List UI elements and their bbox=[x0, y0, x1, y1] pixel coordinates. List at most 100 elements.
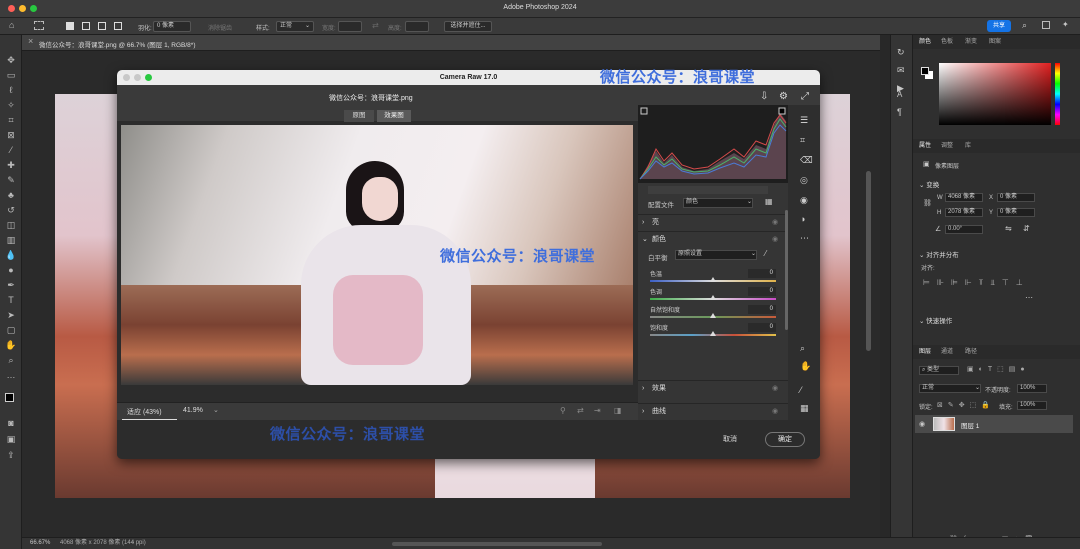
marquee-tool-icon[interactable]: ▭ bbox=[4, 69, 18, 81]
blur-tool-icon[interactable]: 💧 bbox=[4, 249, 18, 261]
layer-row[interactable]: ◉ 图层 1 bbox=[915, 415, 1073, 433]
presets-icon[interactable]: ◑ bbox=[800, 214, 805, 224]
height-input[interactable] bbox=[405, 21, 429, 32]
pen-tool-icon[interactable]: ✒ bbox=[4, 279, 18, 291]
grid-overlay-icon[interactable]: ▦ bbox=[800, 403, 809, 414]
document-tab[interactable]: × 微信公众号：浪哥课堂.png @ 66.7% (图层 1, RGB/8*) bbox=[22, 35, 880, 51]
comments-icon[interactable]: ✉ bbox=[897, 65, 905, 76]
eraser-tool-icon[interactable]: ◫ bbox=[4, 219, 18, 231]
section-curve[interactable]: › 曲线 ◉ bbox=[638, 403, 788, 419]
move-tool-icon[interactable]: ✥ bbox=[4, 54, 18, 66]
fit-zoom-button[interactable]: 适应 (43%) bbox=[127, 407, 162, 417]
opacity-field[interactable]: 100% bbox=[1017, 384, 1047, 393]
lasso-tool-icon[interactable]: ℓ bbox=[4, 84, 18, 96]
align-icons-row[interactable]: ⊨⊪⊫⊩⫪⫫⊤⊥ bbox=[923, 278, 1030, 288]
before-after-icon[interactable]: ◨ bbox=[614, 406, 622, 415]
horizontal-scrollbar[interactable] bbox=[392, 542, 602, 546]
cr-close-button[interactable] bbox=[123, 74, 130, 81]
eye-icon[interactable]: ◉ bbox=[772, 381, 778, 396]
character-icon[interactable]: A bbox=[897, 90, 902, 99]
lock-icons[interactable]: ⊠✎✥⬚🔒 bbox=[937, 401, 995, 409]
red-eye-icon[interactable]: ◉ bbox=[800, 195, 808, 206]
tab-gradients[interactable]: 渐变 bbox=[965, 35, 977, 49]
share-tool-icon[interactable]: ⇪ bbox=[4, 449, 18, 461]
subtract-selection-icon[interactable] bbox=[98, 22, 106, 30]
zoom-icon[interactable]: ⌕ bbox=[800, 343, 805, 354]
zoom-dropdown-icon[interactable]: ⌄ bbox=[213, 406, 219, 414]
close-document-icon[interactable]: × bbox=[28, 36, 33, 46]
layer-filter-select[interactable]: ⌕ 类型 bbox=[919, 366, 959, 375]
paragraph-icon[interactable]: ¶ bbox=[897, 107, 902, 117]
section-effects[interactable]: › 效果 ◉ bbox=[638, 380, 788, 396]
close-window-button[interactable] bbox=[8, 5, 15, 12]
workspace-icon[interactable] bbox=[1042, 21, 1050, 29]
slider-tint[interactable]: 色调 0 bbox=[638, 285, 788, 303]
section-color[interactable]: ⌄ 颜色 ◉ bbox=[638, 231, 788, 247]
feather-input[interactable]: 0 像素 bbox=[153, 21, 191, 32]
height-field[interactable]: 2078 像素 bbox=[945, 208, 983, 217]
cancel-button[interactable]: 取消 bbox=[723, 434, 737, 444]
tab-layers[interactable]: 图层 bbox=[919, 345, 931, 359]
layer-filter-icons[interactable]: ▣◐T⬚▤● bbox=[967, 365, 1030, 373]
tab-swatches[interactable]: 色板 bbox=[941, 35, 953, 49]
ok-button[interactable]: 确定 bbox=[765, 432, 805, 447]
frame-tool-icon[interactable]: ⊠ bbox=[4, 129, 18, 141]
hand-tool-icon[interactable]: ✋ bbox=[4, 339, 18, 351]
slider-temperature[interactable]: 色温 0 bbox=[638, 267, 788, 285]
new-selection-icon[interactable] bbox=[66, 22, 74, 30]
white-balance-select[interactable]: 原照设置 ⌄ bbox=[675, 250, 757, 260]
tab-patterns[interactable]: 图案 bbox=[989, 35, 1001, 49]
slider-tint-value[interactable]: 0 bbox=[748, 287, 776, 296]
marquee-preset-icon[interactable] bbox=[34, 21, 44, 30]
color-picker-field[interactable] bbox=[939, 63, 1051, 125]
profile-select[interactable]: 颜色 ⌄ bbox=[683, 198, 753, 208]
tab-adjustments[interactable]: 调整 bbox=[941, 139, 953, 153]
swap-icon[interactable]: ⇄ bbox=[372, 21, 379, 30]
magic-wand-icon[interactable]: ✧ bbox=[4, 99, 18, 111]
slider-saturation-value[interactable]: 0 bbox=[748, 323, 776, 332]
zoom-value[interactable]: 41.9% bbox=[183, 407, 203, 414]
highlight-clipping-icon[interactable] bbox=[778, 107, 786, 115]
select-and-mask-button[interactable]: 选择并遮住... bbox=[444, 21, 492, 32]
slider-vibrance-value[interactable]: 0 bbox=[748, 305, 776, 314]
foreground-color-swatch[interactable] bbox=[5, 393, 14, 402]
brush-tool-icon[interactable]: ✎ bbox=[4, 174, 18, 186]
y-field[interactable]: 0 像素 bbox=[997, 208, 1035, 217]
cr-minimize-button[interactable] bbox=[134, 74, 141, 81]
section-light[interactable]: › 亮 ◉ bbox=[638, 214, 788, 230]
hue-slider[interactable] bbox=[1055, 63, 1060, 125]
screen-mode-icon[interactable]: ▣ bbox=[4, 433, 18, 445]
history-brush-icon[interactable]: ↺ bbox=[4, 204, 18, 216]
angle-field[interactable]: 0.00° bbox=[945, 225, 983, 234]
status-zoom[interactable]: 66.67% bbox=[30, 538, 50, 549]
slider-vibrance[interactable]: 自然饱和度 0 bbox=[638, 303, 788, 321]
slider-saturation-thumb[interactable] bbox=[710, 331, 716, 336]
view-before-button[interactable]: 原图 bbox=[344, 110, 374, 122]
link-dimensions-icon[interactable]: ⛓ bbox=[923, 199, 932, 207]
eye-icon[interactable]: ◉ bbox=[772, 215, 778, 230]
masking-icon[interactable]: ◎ bbox=[800, 175, 808, 186]
cr-maximize-button[interactable] bbox=[145, 74, 152, 81]
share-button[interactable]: 共享 bbox=[987, 20, 1011, 32]
eye-icon[interactable]: ◉ bbox=[772, 232, 778, 247]
zoom-tool-icon[interactable]: ⌕ bbox=[4, 354, 18, 366]
view-after-button[interactable]: 效果图 bbox=[377, 110, 411, 122]
slider-tint-thumb[interactable] bbox=[710, 295, 716, 300]
stamp-tool-icon[interactable]: ♣ bbox=[4, 189, 18, 201]
settings-gear-icon[interactable]: ⚙ bbox=[779, 91, 788, 102]
tab-paths[interactable]: 路径 bbox=[965, 345, 977, 359]
x-field[interactable]: 0 像素 bbox=[997, 193, 1035, 202]
crop-tool-icon[interactable]: ⌗ bbox=[4, 114, 18, 126]
fullscreen-icon[interactable]: ⤢ bbox=[801, 91, 809, 102]
layer-visibility-eye-icon[interactable]: ◉ bbox=[919, 420, 925, 428]
intersect-selection-icon[interactable] bbox=[114, 22, 122, 30]
remove-tool-icon[interactable]: ⌫ bbox=[800, 155, 813, 166]
blend-mode-select[interactable]: 正常 ⌄ bbox=[919, 384, 981, 393]
flip-vertical-icon[interactable]: ⇵ bbox=[1023, 224, 1030, 233]
canvas-vertical-scrollbar[interactable] bbox=[866, 171, 871, 351]
hand-icon[interactable]: ✋ bbox=[800, 361, 811, 372]
extensions-icon[interactable]: ✦ bbox=[1062, 20, 1069, 29]
rectangle-tool-icon[interactable]: ▢ bbox=[4, 324, 18, 336]
quick-mask-icon[interactable]: ◙ bbox=[4, 417, 18, 429]
healing-brush-icon[interactable]: ✚ bbox=[4, 159, 18, 171]
